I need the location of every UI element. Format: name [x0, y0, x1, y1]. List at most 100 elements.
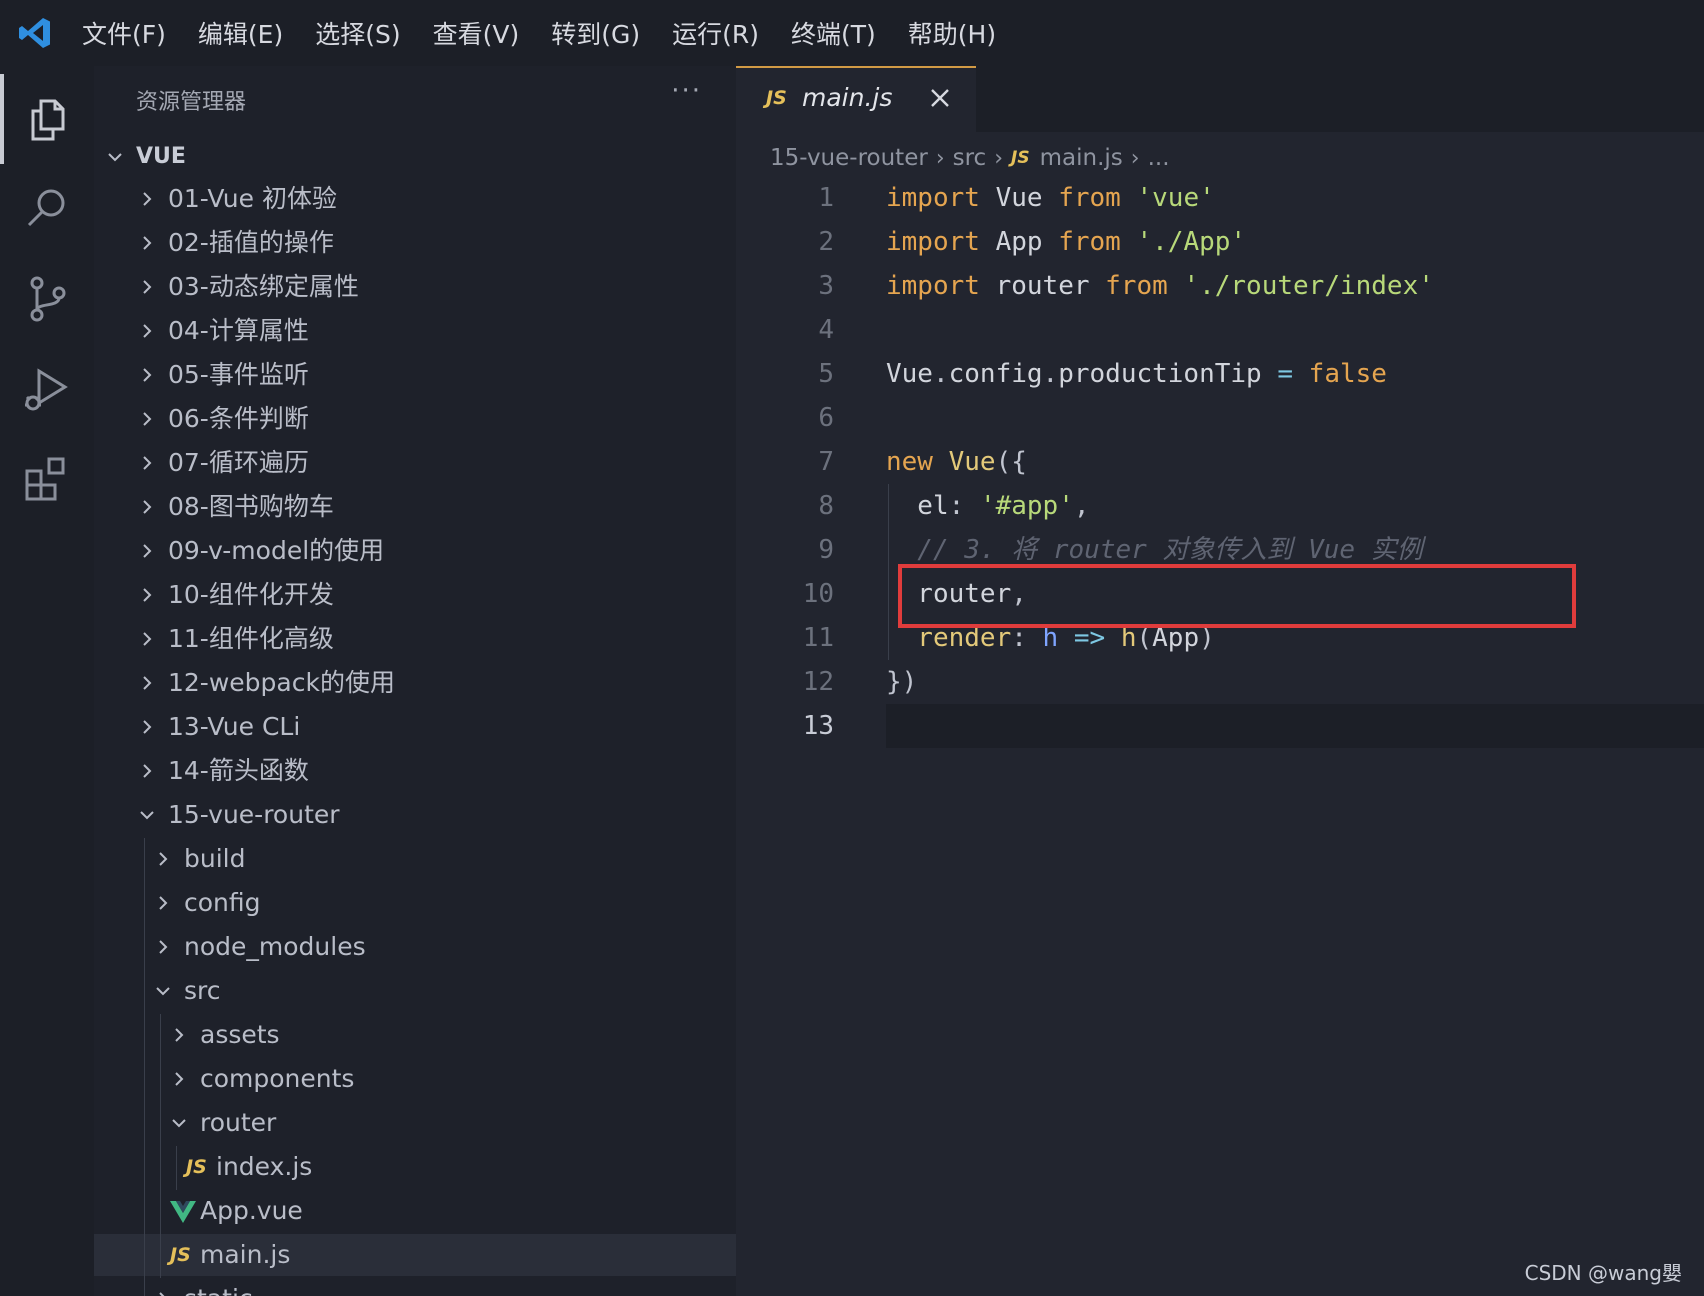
- js-file-icon: JS: [186, 1156, 207, 1178]
- code-line: 1 import Vue from 'vue': [736, 176, 1704, 220]
- tree-folder[interactable]: config: [94, 882, 736, 924]
- indent-guide: [888, 484, 889, 660]
- tree-item-label: build: [184, 844, 246, 873]
- breadcrumb-symbol[interactable]: ...: [1148, 145, 1170, 171]
- tree-folder[interactable]: 08-图书购物车: [94, 486, 736, 528]
- code-token: }): [886, 667, 918, 697]
- tree-folder[interactable]: build: [94, 838, 736, 880]
- tree-folder[interactable]: 01-Vue 初体验: [94, 178, 736, 220]
- code-line: 12}): [736, 660, 1704, 704]
- run-debug-icon[interactable]: [0, 344, 94, 434]
- tree-item-label: 13-Vue CLi: [168, 712, 301, 741]
- indent-guide: [160, 1014, 161, 1278]
- menu-item-1[interactable]: 编辑(E): [198, 15, 283, 51]
- more-actions-icon[interactable]: ···: [671, 76, 702, 106]
- explorer-title: 资源管理器: [136, 90, 247, 115]
- code-token: Vue: [979, 183, 1059, 213]
- breadcrumb-file[interactable]: main.js: [1040, 145, 1123, 171]
- chevron-right-icon: [136, 266, 158, 308]
- tree-folder[interactable]: components: [94, 1058, 736, 1100]
- code-token: import: [886, 271, 980, 301]
- menu-item-6[interactable]: 终端(T): [791, 15, 876, 51]
- code-token: =: [1277, 359, 1294, 389]
- tree-folder[interactable]: 12-webpack的使用: [94, 662, 736, 704]
- tree-folder[interactable]: assets: [94, 1014, 736, 1056]
- code-token: from: [1058, 183, 1121, 213]
- tree-folder[interactable]: src: [94, 970, 736, 1012]
- code-token: './router/index': [1183, 271, 1434, 301]
- tree-item-label: 08-图书购物车: [168, 492, 334, 521]
- menu-item-7[interactable]: 帮助(H): [908, 15, 996, 51]
- code-line: 13: [736, 704, 1704, 748]
- chevron-right-icon: [136, 750, 158, 792]
- code-token: .: [932, 359, 949, 389]
- menu-item-3[interactable]: 查看(V): [433, 15, 520, 51]
- chevron-right-icon: ›: [1130, 145, 1140, 171]
- line-number: 5: [818, 359, 834, 389]
- code-line: 7 new Vue({: [736, 440, 1704, 484]
- tree-item-label: 02-插值的操作: [168, 228, 334, 257]
- source-control-icon[interactable]: [0, 254, 94, 344]
- chevron-right-icon: [136, 398, 158, 440]
- tree-folder[interactable]: 05-事件监听: [94, 354, 736, 396]
- tree-folder[interactable]: 14-箭头函数: [94, 750, 736, 792]
- line-number: 10: [802, 579, 834, 609]
- code-line: 8 el: '#app',: [736, 484, 1704, 528]
- tree-folder[interactable]: 07-循环遍历: [94, 442, 736, 484]
- code-token: :: [948, 491, 980, 521]
- code-token: new: [886, 447, 933, 477]
- chevron-right-icon: ›: [994, 145, 1004, 171]
- tree-folder[interactable]: 11-组件化高级: [94, 618, 736, 660]
- code-line: 3 import router from './router/index': [736, 264, 1704, 308]
- line-number: 2: [818, 227, 834, 257]
- indent-guide: [176, 1146, 177, 1190]
- menu-item-2[interactable]: 选择(S): [315, 15, 400, 51]
- tree-item-label: 04-计算属性: [168, 316, 309, 345]
- tab-main-js[interactable]: JS main.js: [736, 66, 976, 132]
- tree-folder[interactable]: 15-vue-router: [94, 794, 736, 836]
- tree-file[interactable]: JS main.js: [94, 1234, 736, 1276]
- explorer-sidebar: 资源管理器 ··· VUE 01-Vue 初体验 02-插值的操作 03-动态绑定属…: [94, 66, 736, 1296]
- js-file-icon: JS: [170, 1244, 191, 1266]
- chevron-right-icon: [136, 486, 158, 528]
- tree-file[interactable]: App.vue: [94, 1190, 736, 1232]
- menu-item-0[interactable]: 文件(F): [82, 15, 166, 51]
- code-token: ({: [995, 447, 1027, 477]
- tree-item-label: components: [200, 1064, 355, 1093]
- line-number: 12: [802, 667, 834, 697]
- tree-folder[interactable]: node_modules: [94, 926, 736, 968]
- code-token: config: [948, 359, 1043, 389]
- breadcrumb-src[interactable]: src: [953, 145, 987, 171]
- menu-item-4[interactable]: 转到(G): [551, 15, 640, 51]
- chevron-right-icon: [136, 574, 158, 616]
- extensions-icon[interactable]: [0, 434, 94, 524]
- search-icon[interactable]: [0, 164, 94, 254]
- tree-item-label: config: [184, 888, 261, 917]
- chevron-right-icon: [136, 354, 158, 396]
- code-text: import router from './router/index': [886, 264, 1434, 308]
- tree-folder[interactable]: 03-动态绑定属性: [94, 266, 736, 308]
- tree-folder[interactable]: 09-v-model的使用: [94, 530, 736, 572]
- tree-folder[interactable]: 10-组件化开发: [94, 574, 736, 616]
- code-token: router: [979, 271, 1106, 301]
- tree-folder[interactable]: 06-条件判断: [94, 398, 736, 440]
- tree-folder[interactable]: 04-计算属性: [94, 310, 736, 352]
- tree-folder[interactable]: 02-插值的操作: [94, 222, 736, 264]
- highlight-annotation-box: [898, 564, 1576, 628]
- close-icon[interactable]: [928, 86, 952, 110]
- chevron-right-icon: [136, 222, 158, 264]
- explorer-icon[interactable]: [0, 74, 94, 164]
- code-line: 5 Vue.config.productionTip = false: [736, 352, 1704, 396]
- menu-item-5[interactable]: 运行(R): [672, 15, 759, 51]
- chevron-right-icon: [152, 926, 174, 968]
- workspace-root[interactable]: VUE: [94, 136, 736, 178]
- tree-file[interactable]: JS index.js: [94, 1146, 736, 1188]
- tree-folder[interactable]: static: [94, 1278, 736, 1296]
- tree-folder[interactable]: 13-Vue CLi: [94, 706, 736, 748]
- breadcrumb-folder[interactable]: 15-vue-router: [770, 145, 928, 171]
- tree-folder[interactable]: router: [94, 1102, 736, 1144]
- js-file-icon: JS: [1011, 148, 1030, 168]
